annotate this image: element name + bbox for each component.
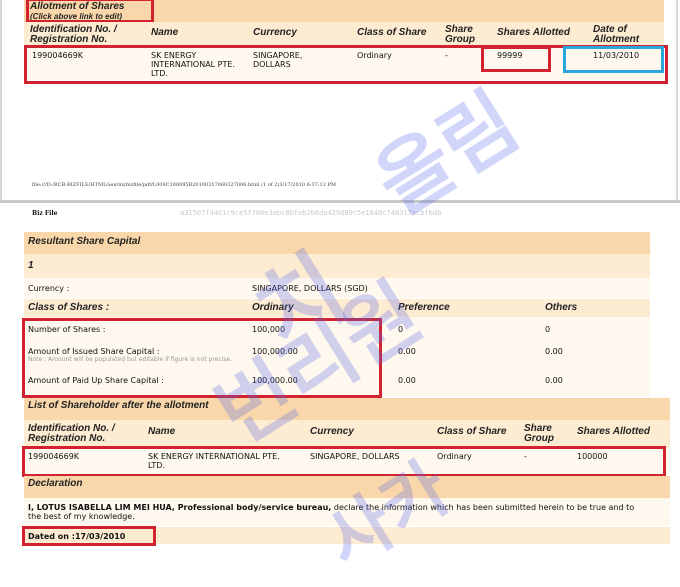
page1-left-rule <box>0 0 2 200</box>
col-others: Others <box>545 302 578 313</box>
declarant: I, LOTUS ISABELLA LIM MEI HUA, Professio… <box>28 503 332 512</box>
shareholder-row-highlight <box>22 446 666 477</box>
shareholders-title: List of Shareholder after the allotment <box>28 400 209 411</box>
resultant-title: Resultant Share Capital <box>28 236 141 247</box>
sh-header-currency: Currency <box>310 426 354 437</box>
header-allotted: Shares Allotted <box>497 27 570 38</box>
sh-header-name: Name <box>148 426 176 437</box>
issued-capital-others: 0.00 <box>545 347 563 356</box>
declaration-title: Declaration <box>28 478 83 489</box>
currency-label: Currency : <box>28 284 70 293</box>
date-highlight <box>563 46 664 73</box>
header-id: Identification No. / Registration No. <box>30 24 117 45</box>
dated-highlight <box>22 526 156 546</box>
shares-allotted-highlight <box>481 46 551 72</box>
header-date: Date of Allotment <box>593 24 640 45</box>
header-currency: Currency <box>253 27 297 38</box>
sh-header-class: Class of Share <box>437 426 507 437</box>
class-of-shares-label: Class of Shares : <box>28 302 110 313</box>
bizfile-brand: Biz File <box>32 210 58 217</box>
page1-footer-url: file:///D:/RCB-BIZFILE/HTMLGen/mybizfile… <box>32 182 336 188</box>
resultant-index-band <box>24 254 650 278</box>
page-break <box>0 200 680 203</box>
header-name: Name <box>151 27 179 38</box>
sh-header-id: Identification No. / Registration No. <box>28 423 115 444</box>
paid-up-capital-others: 0.00 <box>545 376 563 385</box>
allotment-title-highlight <box>26 0 154 23</box>
header-class: Class of Share <box>357 27 427 38</box>
header-group: Share Group <box>445 24 475 45</box>
page1-right-rule <box>676 0 678 200</box>
paid-up-capital-preference: 0.00 <box>398 376 416 385</box>
number-of-shares-others: 0 <box>545 325 551 334</box>
sh-header-allotted: Shares Allotted <box>577 426 650 437</box>
sh-header-group: Share Group <box>524 423 554 444</box>
resultant-index: 1 <box>28 260 34 271</box>
